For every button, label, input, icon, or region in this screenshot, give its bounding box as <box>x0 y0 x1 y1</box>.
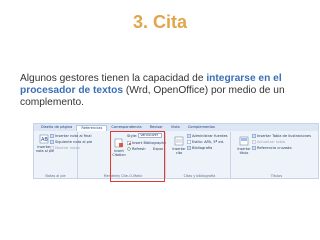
table-of-figures-icon <box>252 133 256 138</box>
body-text-start: Algunos gestores tienen la capacidad de <box>20 73 207 84</box>
group-footnotes-label: Notas al pie <box>45 174 66 178</box>
insert-caption-button[interactable]: Insertar título <box>236 136 252 155</box>
citation-style-word-label: Estilo: APA, 5ª ed. <box>192 139 224 144</box>
svg-text:AB: AB <box>41 137 48 143</box>
bibliography-word-icon <box>187 145 191 150</box>
group-footnotes: AB Insertar nota al pie Insertar nota al… <box>34 132 92 179</box>
tab-review[interactable]: Revisar <box>146 124 167 131</box>
slide-title: 3. Cita <box>132 12 188 32</box>
insert-table-of-figures-button[interactable]: Insertar Tabla de ilustraciones <box>252 133 311 138</box>
update-table-button[interactable]: Actualizar tabla <box>252 139 285 144</box>
group-captions-label: Títulos <box>270 174 283 178</box>
cross-reference-label: Referencia cruzada <box>257 145 292 150</box>
group-citations: Insertar cita Administrar fuentes Estilo… <box>169 132 231 179</box>
cross-reference-button[interactable]: Referencia cruzada <box>252 145 292 150</box>
word-ribbon-screenshot: Diseño de página Referencias Corresponde… <box>33 123 319 179</box>
insert-caption-icon <box>239 136 249 146</box>
tab-page-layout[interactable]: Diseño de página <box>37 124 76 131</box>
show-notes-button[interactable]: Mostrar notas <box>50 145 80 150</box>
group-citations-label: Citas y bibliografía <box>183 174 216 178</box>
insert-caption-label: Insertar título <box>237 147 251 155</box>
citation-style-dropdown[interactable]: Estilo: APA, 5ª ed. <box>187 139 224 144</box>
ribbon-tab-bar: Diseño de página Referencias Corresponde… <box>34 124 318 131</box>
style-icon <box>187 139 191 144</box>
tab-view[interactable]: Vista <box>167 124 184 131</box>
group-captions: Insertar título Insertar Tabla de ilustr… <box>234 132 319 179</box>
update-table-icon <box>252 139 256 144</box>
tab-add-ins[interactable]: Complementos <box>184 124 219 131</box>
bibliography-button[interactable]: Bibliografía <box>187 145 212 150</box>
insert-citation-word-button[interactable]: Insertar cita <box>171 136 187 155</box>
tab-mailings[interactable]: Correspondencia <box>107 124 145 131</box>
next-footnote-icon <box>50 139 54 144</box>
tab-references[interactable]: Referencias <box>76 124 108 131</box>
footnote-icon: AB <box>39 134 48 144</box>
insert-citation-word-label: Insertar cita <box>172 147 186 155</box>
manage-sources-icon <box>187 133 191 138</box>
insert-table-of-figures-label: Insertar Tabla de ilustraciones <box>257 133 311 138</box>
update-table-label: Actualizar tabla <box>257 139 286 144</box>
manage-sources-label: Administrar fuentes <box>192 133 228 138</box>
show-notes-icon <box>50 145 54 150</box>
mendeley-highlight-frame <box>110 131 165 182</box>
endnote-icon <box>50 133 54 138</box>
slide-body-text: Algunos gestores tienen la capacidad de … <box>20 73 300 109</box>
manage-sources-button[interactable]: Administrar fuentes <box>187 133 228 138</box>
cross-reference-icon <box>252 145 256 150</box>
bibliography-label: Bibliografía <box>192 145 213 150</box>
show-notes-label: Mostrar notas <box>55 145 80 150</box>
insert-citation-icon <box>174 136 184 146</box>
